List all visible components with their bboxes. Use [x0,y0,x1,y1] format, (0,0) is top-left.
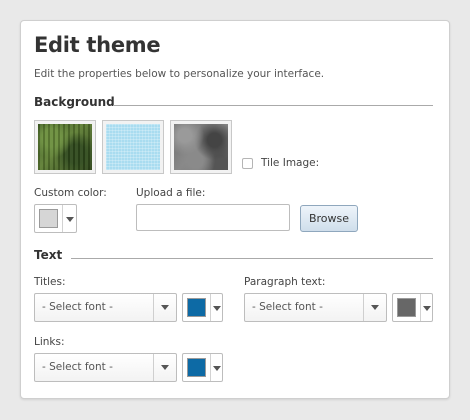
swatch-green-texture[interactable] [34,120,96,174]
background-divider [113,105,433,106]
links-font-value: - Select font - [42,361,113,373]
links-label: Links: [34,336,65,348]
links-color-chip [187,358,206,377]
green-texture-image [38,124,92,170]
swatch-light-blue-texture[interactable] [102,120,164,174]
swatch-gray-stone-texture[interactable] [170,120,232,174]
page-title: Edit theme [34,33,161,57]
custom-color-picker[interactable] [34,204,77,233]
titles-label: Titles: [34,276,66,288]
paragraph-color-chip [397,298,416,317]
chevron-down-icon [213,366,221,371]
titles-color-picker[interactable] [182,293,223,322]
titles-font-value: - Select font - [42,301,113,313]
upload-file-field[interactable] [136,204,290,231]
chevron-down-icon [161,365,169,370]
custom-color-chip [39,209,58,228]
paragraph-font-value: - Select font - [252,301,323,313]
chevron-down-icon [213,306,221,311]
gray-stone-texture-image [174,124,228,170]
upload-label: Upload a file: [136,187,206,199]
links-color-picker[interactable] [182,353,223,382]
titles-color-chip [187,298,206,317]
chevron-down-icon [423,306,431,311]
links-font-select[interactable]: - Select font - [34,353,177,382]
chevron-down-icon [161,305,169,310]
paragraph-text-label: Paragraph text: [244,276,326,288]
custom-color-label: Custom color: [34,187,107,199]
background-heading: Background [34,95,115,109]
titles-font-select[interactable]: - Select font - [34,293,177,322]
paragraph-color-picker[interactable] [392,293,433,322]
text-divider [71,258,433,259]
paragraph-font-select[interactable]: - Select font - [244,293,387,322]
text-heading: Text [34,248,63,262]
light-blue-texture-image [106,124,160,170]
tile-image-label: Tile Image: [261,157,320,169]
chevron-down-icon [66,217,74,222]
tile-image-checkbox[interactable] [242,158,253,169]
edit-theme-panel: Edit theme Edit the properties below to … [20,20,450,399]
chevron-down-icon [371,305,379,310]
page-subtitle: Edit the properties below to personalize… [34,68,325,80]
browse-button[interactable]: Browse [300,205,358,232]
